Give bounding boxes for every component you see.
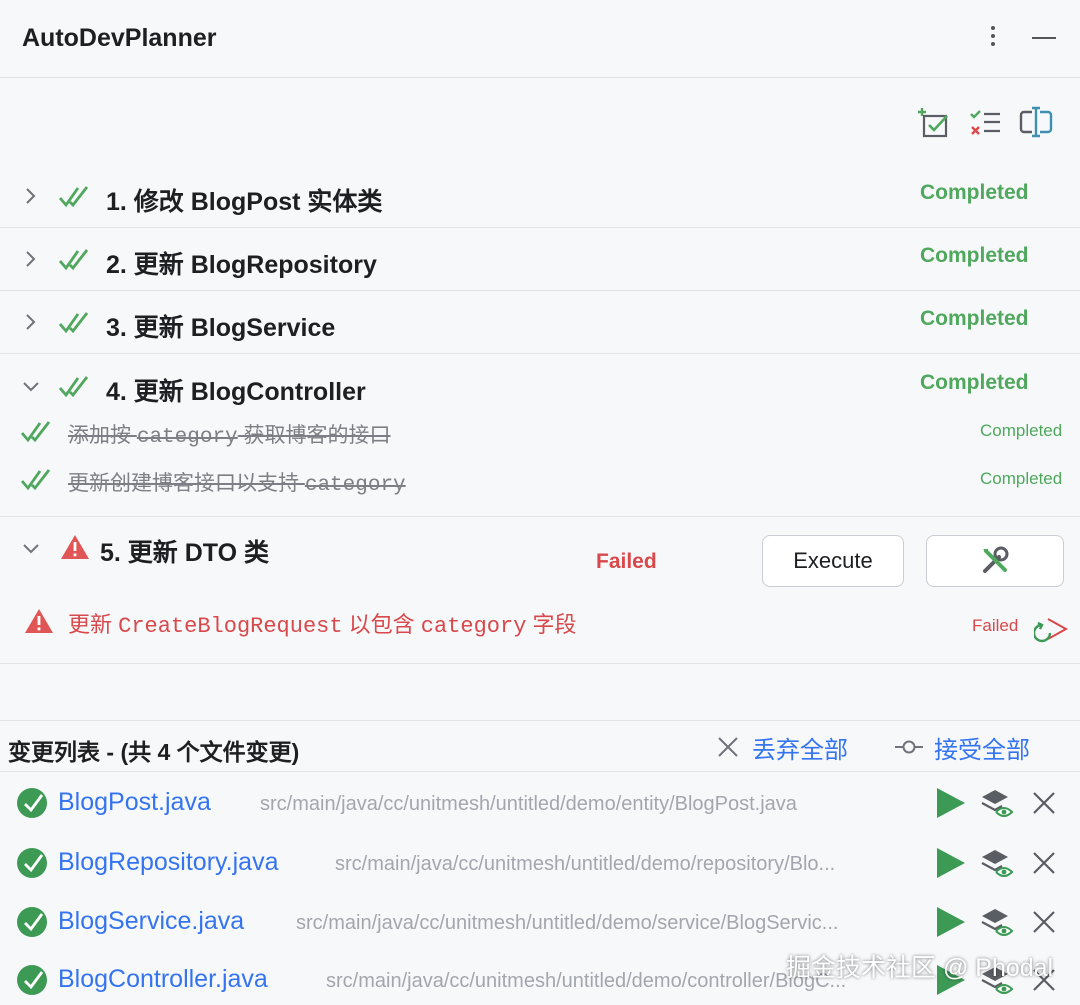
file-name[interactable]: BlogService.java: [58, 907, 244, 936]
accept-all-button[interactable]: 接受全部: [894, 731, 1030, 764]
subtask-status: Failed: [972, 616, 1019, 635]
view-diff-icon[interactable]: [978, 904, 1014, 940]
wrench-screwdriver-icon: [983, 546, 1009, 573]
subtask-status: Completed: [980, 421, 1063, 440]
file-change-row[interactable]: BlogPost.java src/main/java/cc/unitmesh/…: [0, 773, 1080, 833]
file-path: src/main/java/cc/unitmesh/untitled/demo/…: [296, 912, 839, 934]
plan-step-1[interactable]: 1. 修改 BlogPost 实体类 Completed: [0, 165, 1080, 228]
double-check-icon: [20, 421, 51, 443]
run-icon[interactable]: [932, 785, 968, 821]
minimize-icon[interactable]: [1032, 37, 1056, 39]
java-file-icon: [17, 788, 47, 818]
plan-step-2[interactable]: 2. 更新 BlogRepository Completed: [0, 228, 1080, 291]
window-titlebar: AutoDevPlanner: [0, 0, 1080, 78]
java-file-icon: [17, 848, 47, 878]
step-title: 2. 更新 BlogRepository: [106, 251, 377, 279]
discard-all-button[interactable]: 丢弃全部: [716, 731, 848, 764]
chevron-right-icon[interactable]: [18, 183, 44, 209]
changes-header: 变更列表 - (共 4 个文件变更) 丢弃全部 接受全部: [0, 720, 1080, 772]
chevron-right-icon[interactable]: [18, 309, 44, 335]
checklist-icon[interactable]: [968, 104, 1004, 140]
double-check-icon: [20, 469, 51, 491]
status-badge: Completed: [920, 307, 1029, 330]
run-icon[interactable]: [932, 904, 968, 940]
changes-title: 变更列表 - (共 4 个文件变更): [8, 739, 300, 765]
window-title: AutoDevPlanner: [22, 24, 217, 52]
chevron-down-icon[interactable]: [18, 535, 44, 561]
step-title: 1. 修改 BlogPost 实体类: [106, 188, 383, 216]
file-name[interactable]: BlogController.java: [58, 965, 268, 994]
status-badge: Completed: [920, 371, 1029, 394]
auto-fix-button[interactable]: [926, 535, 1064, 587]
status-badge: Completed: [920, 181, 1029, 204]
step-title: 5. 更新 DTO 类: [100, 539, 270, 567]
watermark: 掘金技术社区 @ Phodal: [786, 954, 1054, 982]
subtask-text: 更新创建博客接口以支持 category: [68, 472, 406, 497]
discard-all-label: 丢弃全部: [752, 736, 848, 764]
close-icon: [718, 737, 738, 757]
warning-icon: [61, 535, 89, 559]
retry-icon[interactable]: [1034, 611, 1070, 643]
chevron-down-icon[interactable]: [18, 373, 44, 399]
subtask-item[interactable]: 添加按 category 获取博客的接口 Completed: [0, 410, 1080, 456]
step-title: 4. 更新 BlogController: [106, 378, 366, 406]
file-path: src/main/java/cc/unitmesh/untitled/demo/…: [260, 793, 797, 815]
close-icon[interactable]: [1026, 785, 1062, 821]
file-path: src/main/java/cc/unitmesh/untitled/demo/…: [335, 853, 836, 875]
java-file-icon: [17, 965, 47, 995]
execute-button[interactable]: Execute: [762, 535, 904, 587]
run-icon[interactable]: [932, 845, 968, 881]
java-file-icon: [17, 907, 47, 937]
plan-step-5[interactable]: 5. 更新 DTO 类 Failed Execute 更新 CreateBlog…: [0, 516, 1080, 664]
accept-all-label: 接受全部: [934, 736, 1030, 764]
step-title: 3. 更新 BlogService: [106, 314, 336, 342]
more-icon[interactable]: [982, 22, 1004, 54]
add-task-icon[interactable]: [918, 104, 954, 140]
subtask-status: Completed: [980, 469, 1063, 488]
subtask-text: 添加按 category 获取博客的接口: [68, 424, 391, 449]
double-check-icon: [58, 249, 89, 271]
edit-plan-icon[interactable]: [1018, 104, 1054, 140]
subtask-text: 更新 CreateBlogRequest 以包含 category 字段: [68, 612, 577, 639]
file-name[interactable]: BlogRepository.java: [58, 848, 278, 877]
file-name[interactable]: BlogPost.java: [58, 788, 211, 817]
close-icon[interactable]: [1026, 845, 1062, 881]
double-check-icon: [58, 186, 89, 208]
chevron-right-icon[interactable]: [18, 246, 44, 272]
view-diff-icon[interactable]: [978, 845, 1014, 881]
file-change-row[interactable]: BlogService.java src/main/java/cc/unitme…: [0, 892, 1080, 952]
file-change-row[interactable]: BlogRepository.java src/main/java/cc/uni…: [0, 833, 1080, 893]
subtask-item[interactable]: 更新创建博客接口以支持 category Completed: [0, 458, 1080, 504]
warning-icon: [25, 609, 53, 633]
view-diff-icon[interactable]: [978, 785, 1014, 821]
double-check-icon: [58, 376, 89, 398]
plan-step-4[interactable]: 4. 更新 BlogController Completed: [0, 355, 1080, 418]
status-badge: Failed: [596, 550, 657, 573]
double-check-icon: [58, 312, 89, 334]
close-icon[interactable]: [1026, 904, 1062, 940]
plan-step-3[interactable]: 3. 更新 BlogService Completed: [0, 291, 1080, 354]
status-badge: Completed: [920, 244, 1029, 267]
commit-icon: [895, 740, 923, 754]
